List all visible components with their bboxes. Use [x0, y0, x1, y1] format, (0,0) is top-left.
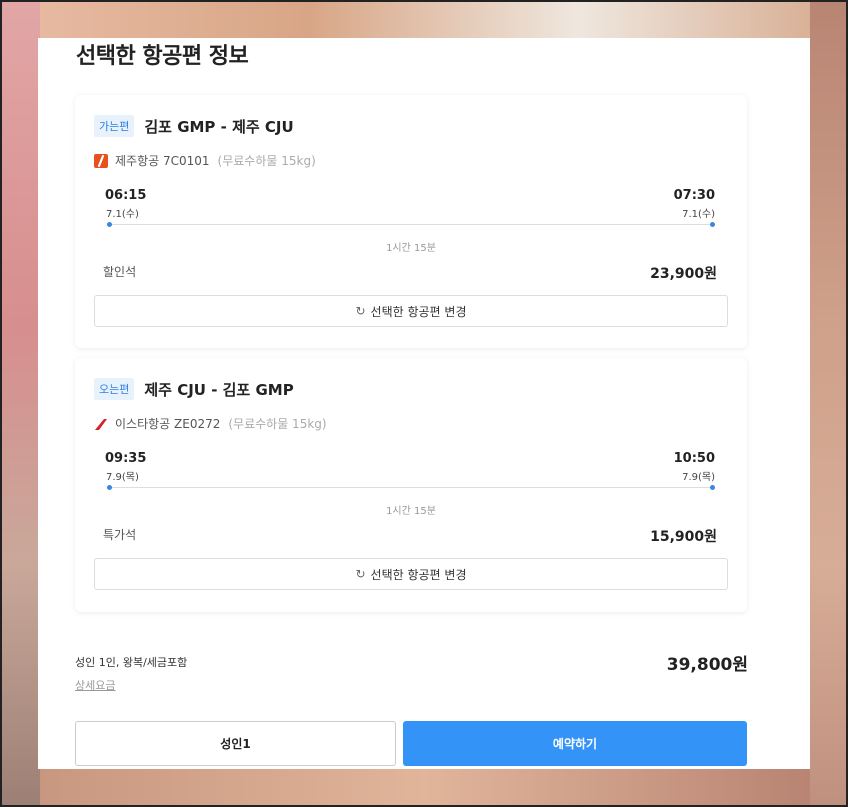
timeline-start-dot [107, 222, 112, 227]
jejuair-logo-icon [94, 153, 108, 168]
inbound-airline-name: 이스타항공 ZE0272 [115, 417, 221, 431]
outbound-arrival-time: 07:30 [673, 188, 715, 203]
outbound-change-flight-button[interactable]: ↻ 선택한 항공편 변경 [94, 295, 728, 327]
outbound-duration: 1시간 15분 [386, 243, 436, 254]
inbound-timeline [107, 485, 715, 490]
outbound-route: 김포 GMP - 제주 CJU [144, 117, 294, 136]
outbound-fare: 23,900원 [650, 266, 717, 282]
inbound-baggage: (무료수하물 15kg) [228, 417, 327, 431]
background-right [810, 0, 848, 807]
refresh-icon: ↻ [355, 567, 366, 581]
outbound-flight-card: 가는편 김포 GMP - 제주 CJU 제주항공 7C0101 (무료수하물 1… [75, 95, 747, 348]
outbound-route-row: 가는편 김포 GMP - 제주 CJU [94, 115, 294, 137]
inbound-fare: 15,900원 [650, 529, 717, 545]
outbound-baggage: (무료수하물 15kg) [217, 154, 316, 168]
outbound-change-label: 선택한 항공편 변경 [370, 304, 467, 319]
inbound-flight-card: 오는편 제주 CJU - 김포 GMP 이스타항공 ZE0272 (무료수하물 … [75, 358, 747, 612]
eastarjet-logo-icon [94, 417, 108, 431]
inbound-arrival-date: 7.9(목) [682, 472, 715, 483]
outbound-timeline [107, 222, 715, 227]
outbound-departure-time: 06:15 [105, 188, 147, 203]
inbound-route: 제주 CJU - 김포 GMP [144, 380, 294, 399]
outbound-seat-class: 할인석 [103, 265, 137, 279]
inbound-seat-class: 특가석 [103, 528, 137, 542]
fare-summary-label: 성인 1인, 왕복/세금포함 [75, 656, 188, 669]
background-left [0, 0, 40, 807]
outbound-departure-date: 7.1(수) [106, 209, 139, 220]
inbound-departure-date: 7.9(목) [106, 472, 139, 483]
inbound-route-row: 오는편 제주 CJU - 김포 GMP [94, 378, 294, 400]
timeline-end-dot [710, 485, 715, 490]
refresh-icon: ↻ [355, 304, 366, 318]
page-title: 선택한 항공편 정보 [76, 44, 249, 69]
background-bottom [40, 769, 810, 807]
timeline-end-dot [710, 222, 715, 227]
inbound-duration: 1시간 15분 [386, 506, 436, 517]
inbound-badge: 오는편 [94, 378, 135, 400]
total-price: 39,800원 [666, 655, 748, 675]
passenger-count-button[interactable]: 성인1 [75, 721, 396, 766]
inbound-airline-row: 이스타항공 ZE0272 (무료수하물 15kg) [94, 415, 327, 432]
flight-info-panel: 선택한 항공편 정보 가는편 김포 GMP - 제주 CJU 제주항공 7C01… [38, 38, 810, 769]
inbound-change-flight-button[interactable]: ↻ 선택한 항공편 변경 [94, 558, 728, 590]
fare-detail-link[interactable]: 상세요금 [75, 677, 115, 693]
outbound-badge: 가는편 [94, 115, 135, 137]
outbound-airline-name: 제주항공 7C0101 [115, 154, 210, 168]
inbound-arrival-time: 10:50 [673, 451, 715, 466]
inbound-departure-time: 09:35 [105, 451, 147, 466]
timeline-start-dot [107, 485, 112, 490]
book-button[interactable]: 예약하기 [403, 721, 747, 766]
outbound-airline-row: 제주항공 7C0101 (무료수하물 15kg) [94, 152, 316, 169]
outbound-arrival-date: 7.1(수) [682, 209, 715, 220]
background-top [40, 0, 810, 38]
inbound-change-label: 선택한 항공편 변경 [370, 567, 467, 582]
